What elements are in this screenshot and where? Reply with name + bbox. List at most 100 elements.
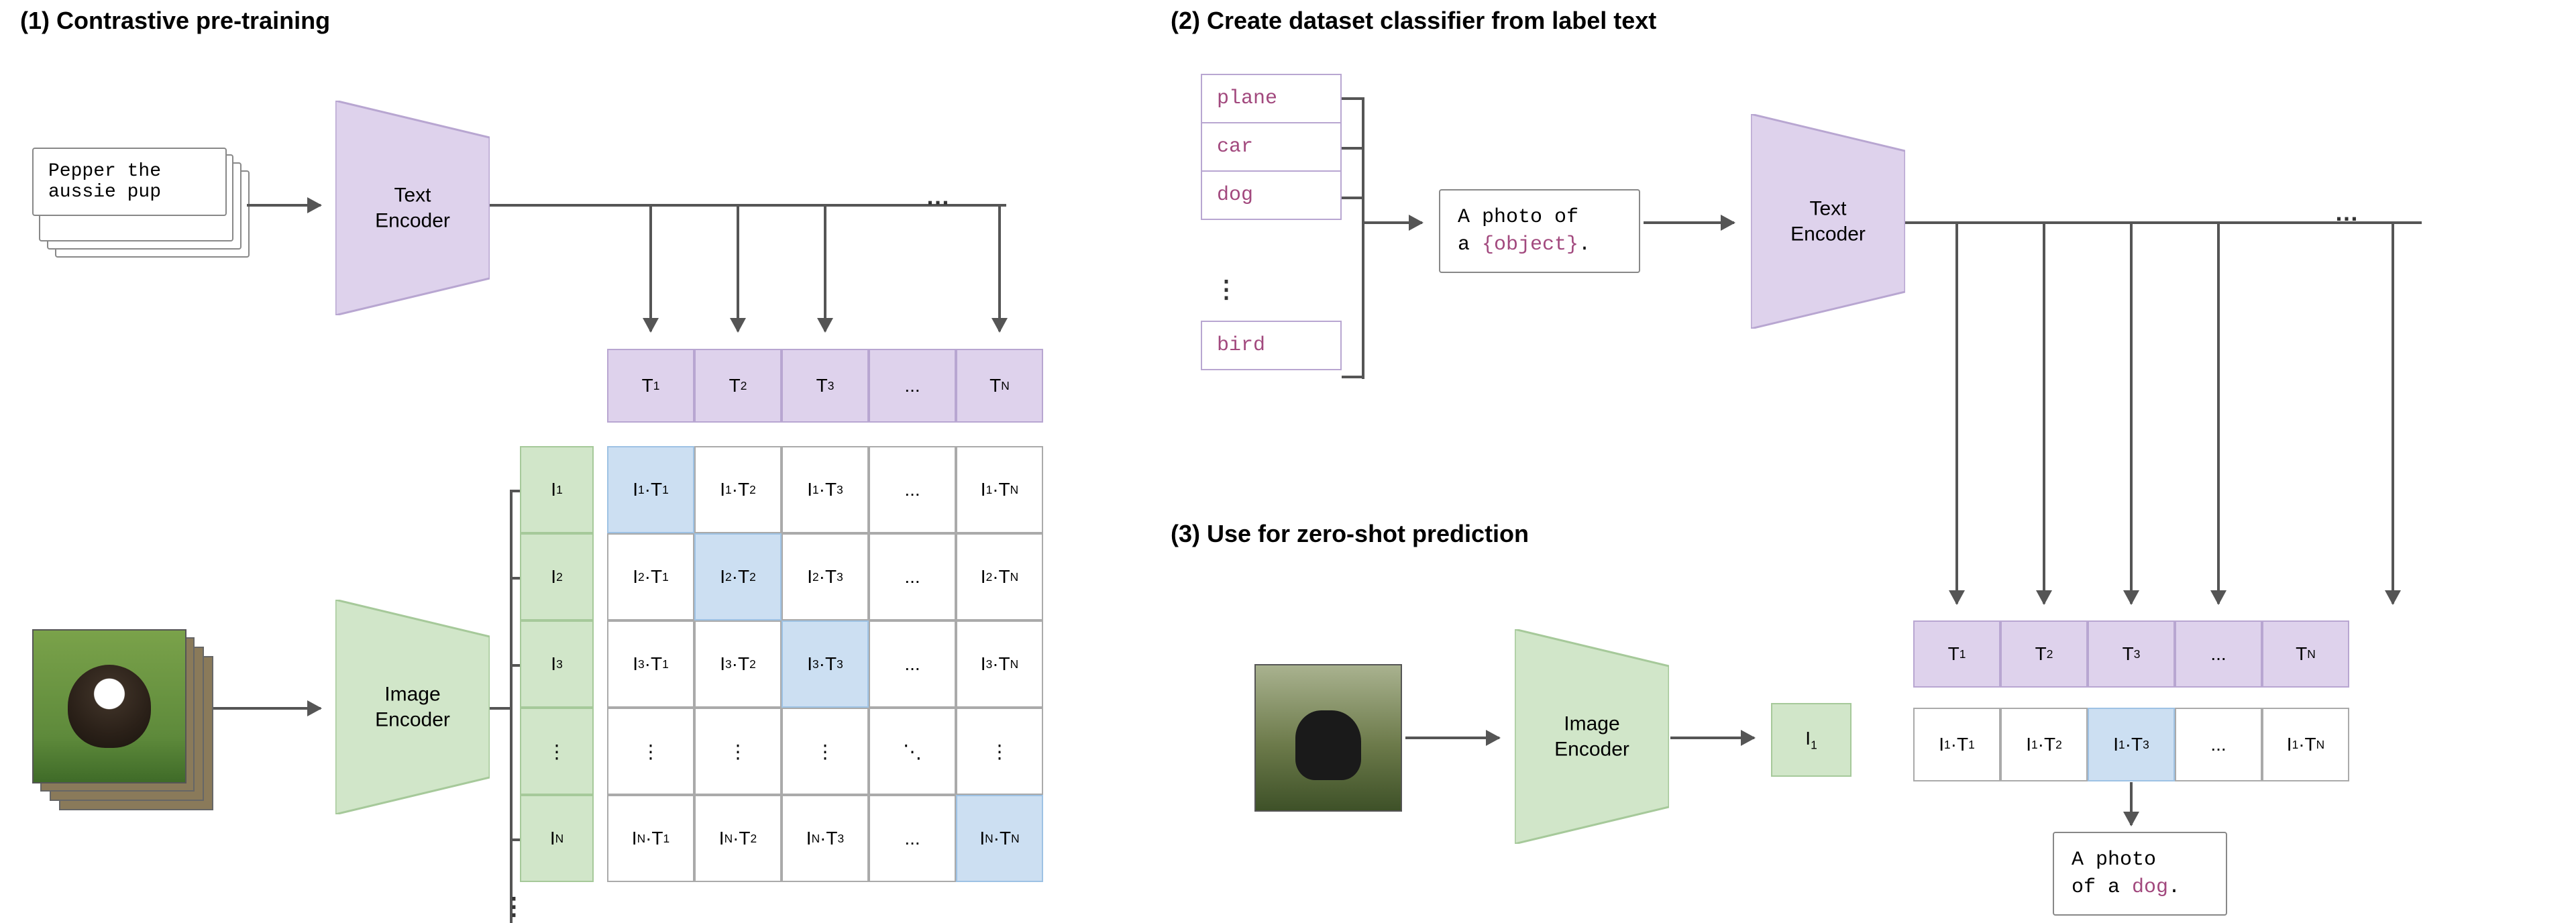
class-label: dog bbox=[1201, 170, 1342, 220]
prompt-suffix: . bbox=[1578, 233, 1591, 256]
similarity-cell: I3·T1 bbox=[607, 620, 694, 708]
prediction-word: dog bbox=[2132, 876, 2168, 899]
similarity-cell: IN·T3 bbox=[782, 795, 869, 882]
class-label: plane bbox=[1201, 74, 1342, 123]
clip-diagram: (1) Contrastive pre-training (2) Create … bbox=[0, 0, 2576, 908]
caption-example-card: Pepper the aussie pup bbox=[32, 148, 227, 216]
text-embedding-cell: T2 bbox=[694, 349, 782, 423]
drop-t2 bbox=[737, 204, 739, 331]
labels-bracket-t3 bbox=[1342, 197, 1362, 199]
text-embedding-cell: ... bbox=[2175, 620, 2262, 688]
text-embedding-cell: ... bbox=[869, 349, 956, 423]
similarity-cell: I1·T2 bbox=[2000, 708, 2088, 781]
class-label: car bbox=[1201, 122, 1342, 172]
image-embedding-cell: I2 bbox=[520, 533, 594, 620]
drop-tN bbox=[998, 204, 1001, 331]
arrow-imgenc2-to-I1 bbox=[1670, 737, 1754, 739]
prediction-output-box: A photo of a dog. bbox=[2053, 832, 2227, 916]
similarity-cell: ... bbox=[869, 795, 956, 882]
image-encoder-label: Image Encoder bbox=[375, 682, 450, 732]
text-encoder-1: Text Encoder bbox=[335, 101, 490, 315]
prediction-suffix: . bbox=[2168, 876, 2180, 899]
section-3-title: (3) Use for zero-shot prediction bbox=[1171, 520, 1529, 548]
drop2-t2 bbox=[2043, 221, 2045, 604]
textenc-dots: … bbox=[926, 182, 951, 211]
section-2-title: (2) Create dataset classifier from label… bbox=[1171, 7, 1656, 35]
text-embedding-cell: T3 bbox=[2088, 620, 2175, 688]
label-list-dots: ⋮ bbox=[1214, 275, 1240, 303]
similarity-cell: ⋱ bbox=[869, 708, 956, 795]
similarity-cell: ⋮ bbox=[694, 708, 782, 795]
drop-t1 bbox=[649, 204, 652, 331]
arrow-to-prediction bbox=[2130, 782, 2133, 825]
similarity-cell: I1·T3 bbox=[782, 446, 869, 533]
arrow-query-to-imgenc bbox=[1405, 737, 1499, 739]
query-image-thumb bbox=[1254, 664, 1402, 812]
text-encoder-2-label: Text Encoder bbox=[1790, 197, 1866, 247]
similarity-cell: IN·T1 bbox=[607, 795, 694, 882]
similarity-cell: I1·TN bbox=[2262, 708, 2349, 781]
similarity-cell: I1·T1 bbox=[607, 446, 694, 533]
image-embedding-cell: I1 bbox=[1771, 703, 1851, 777]
similarity-cell: I2·T2 bbox=[694, 533, 782, 620]
similarity-cell: ⋮ bbox=[607, 708, 694, 795]
drop2-t4 bbox=[2217, 221, 2220, 604]
similarity-cell: IN·TN bbox=[956, 795, 1043, 882]
arrow-prompt-to-textenc bbox=[1644, 221, 1734, 224]
imgenc-dots: ⋮ bbox=[502, 892, 527, 920]
labels-bracket-t1 bbox=[1342, 97, 1362, 100]
similarity-cell: I1·T1 bbox=[1913, 708, 2000, 781]
arrow-labels-to-prompt bbox=[1362, 221, 1422, 224]
similarity-cell: I3·T3 bbox=[782, 620, 869, 708]
drop2-t1 bbox=[1955, 221, 1958, 604]
similarity-cell: I2·T1 bbox=[607, 533, 694, 620]
image-embedding-label: I1 bbox=[1805, 728, 1817, 753]
text-embedding-cell: T1 bbox=[1913, 620, 2000, 688]
text-encoder-label: Text Encoder bbox=[375, 183, 450, 233]
text-encoder-2: Text Encoder bbox=[1751, 114, 1905, 329]
section-1-title: (1) Contrastive pre-training bbox=[20, 7, 330, 35]
similarity-cell: I1·TN bbox=[956, 446, 1043, 533]
similarity-cell: ... bbox=[869, 533, 956, 620]
class-label: bird bbox=[1201, 321, 1342, 370]
similarity-cell: I3·T2 bbox=[694, 620, 782, 708]
similarity-cell: ... bbox=[869, 620, 956, 708]
similarity-cell: ... bbox=[2175, 708, 2262, 781]
caption-example-text: Pepper the aussie pup bbox=[48, 161, 161, 203]
textenc2-dots: … bbox=[2334, 199, 2360, 227]
image-encoder-1: Image Encoder bbox=[335, 600, 490, 814]
image-embedding-cell: I3 bbox=[520, 620, 594, 708]
labels-bracket-t2 bbox=[1342, 147, 1362, 150]
image-encoder-2-label: Image Encoder bbox=[1554, 712, 1629, 762]
label-list: planecardog bird bbox=[1201, 74, 1342, 370]
similarity-cell: I1·T3 bbox=[2088, 708, 2175, 781]
text-embedding-cell: TN bbox=[956, 349, 1043, 423]
text-embedding-cell: T3 bbox=[782, 349, 869, 423]
similarity-cell: I2·TN bbox=[956, 533, 1043, 620]
similarity-cell: I1·T2 bbox=[694, 446, 782, 533]
arrow-img-to-imgenc bbox=[213, 707, 321, 710]
image-embedding-cell: IN bbox=[520, 795, 594, 882]
arrow-caption-to-textenc bbox=[247, 204, 321, 207]
similarity-cell: ... bbox=[869, 446, 956, 533]
text-embedding-cell: T1 bbox=[607, 349, 694, 423]
drop2-tN bbox=[2392, 221, 2394, 604]
similarity-cell: ⋮ bbox=[782, 708, 869, 795]
similarity-cell: ⋮ bbox=[956, 708, 1043, 795]
drop2-t3 bbox=[2130, 221, 2133, 604]
imgenc-stub bbox=[490, 707, 513, 710]
prompt-slot: {object} bbox=[1482, 233, 1578, 256]
image-embedding-cell: ⋮ bbox=[520, 708, 594, 795]
similarity-cell: I3·TN bbox=[956, 620, 1043, 708]
image-encoder-2: Image Encoder bbox=[1515, 629, 1669, 844]
labels-bracket-t4 bbox=[1342, 376, 1362, 378]
similarity-cell: I2·T3 bbox=[782, 533, 869, 620]
prompt-template-box: A photo of a {object}. bbox=[1439, 189, 1640, 273]
training-image-thumb bbox=[32, 629, 186, 783]
drop-t3 bbox=[824, 204, 826, 331]
image-embedding-cell: I1 bbox=[520, 446, 594, 533]
text-embedding-cell: TN bbox=[2262, 620, 2349, 688]
similarity-cell: IN·T2 bbox=[694, 795, 782, 882]
labels-bracket-v bbox=[1362, 97, 1364, 379]
text-embedding-cell: T2 bbox=[2000, 620, 2088, 688]
